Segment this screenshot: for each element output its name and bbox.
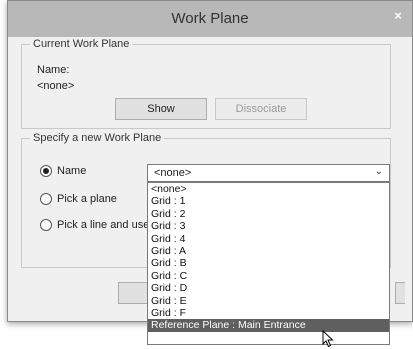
- radio-pick-line-label: Pick a line and use: [57, 219, 150, 231]
- radio-name-label: Name: [57, 165, 87, 177]
- dissociate-button[interactable]: Dissociate: [215, 98, 307, 120]
- close-icon[interactable]: ×: [390, 8, 406, 24]
- dropdown-item[interactable]: Grid : 1: [148, 195, 389, 207]
- radio-button-icon[interactable]: [40, 219, 52, 231]
- dropdown-item[interactable]: Grid : E: [148, 295, 389, 307]
- title-bar: Work Plane ×: [8, 1, 412, 37]
- ok-button[interactable]: [118, 282, 148, 304]
- radio-pick-plane-label: Pick a plane: [57, 193, 117, 205]
- chevron-down-icon[interactable]: ⌄: [375, 166, 383, 177]
- help-button[interactable]: [395, 282, 405, 304]
- dropdown-item[interactable]: Reference Plane : Main Entrance: [148, 319, 389, 332]
- radio-button-icon[interactable]: [40, 165, 52, 177]
- dropdown-item[interactable]: <none>: [148, 183, 389, 195]
- dropdown-item[interactable]: Grid : D: [148, 282, 389, 294]
- work-plane-name-combo[interactable]: <none> ⌄: [147, 164, 390, 182]
- dropdown-item[interactable]: Grid : C: [148, 270, 389, 282]
- work-plane-dropdown-list[interactable]: <none> Grid : 1 Grid : 2 Grid : 3 Grid : 4 Gr…: [147, 182, 390, 345]
- radio-button-icon[interactable]: [40, 193, 52, 205]
- dropdown-item[interactable]: Grid : A: [148, 245, 389, 257]
- radio-pick-line[interactable]: Pick a line and use: [40, 219, 149, 231]
- current-work-plane-legend: Current Work Plane: [30, 38, 133, 50]
- name-label: Name:: [37, 64, 70, 76]
- show-button[interactable]: Show: [115, 98, 207, 120]
- dropdown-item[interactable]: Grid : 3: [148, 220, 389, 232]
- dropdown-item[interactable]: Grid : B: [148, 257, 389, 269]
- radio-pick-plane[interactable]: Pick a plane: [40, 193, 117, 205]
- current-name-value: <none>: [37, 80, 75, 92]
- dropdown-item[interactable]: Grid : F: [148, 307, 389, 319]
- dropdown-item[interactable]: Grid : 4: [148, 233, 389, 245]
- specify-work-plane-legend: Specify a new Work Plane: [30, 132, 165, 144]
- window-title: Work Plane: [171, 10, 249, 27]
- mouse-pointer-icon: [322, 330, 334, 348]
- dropdown-item[interactable]: Grid : 2: [148, 208, 389, 220]
- combo-value: <none>: [154, 167, 192, 179]
- radio-name[interactable]: Name: [40, 165, 86, 177]
